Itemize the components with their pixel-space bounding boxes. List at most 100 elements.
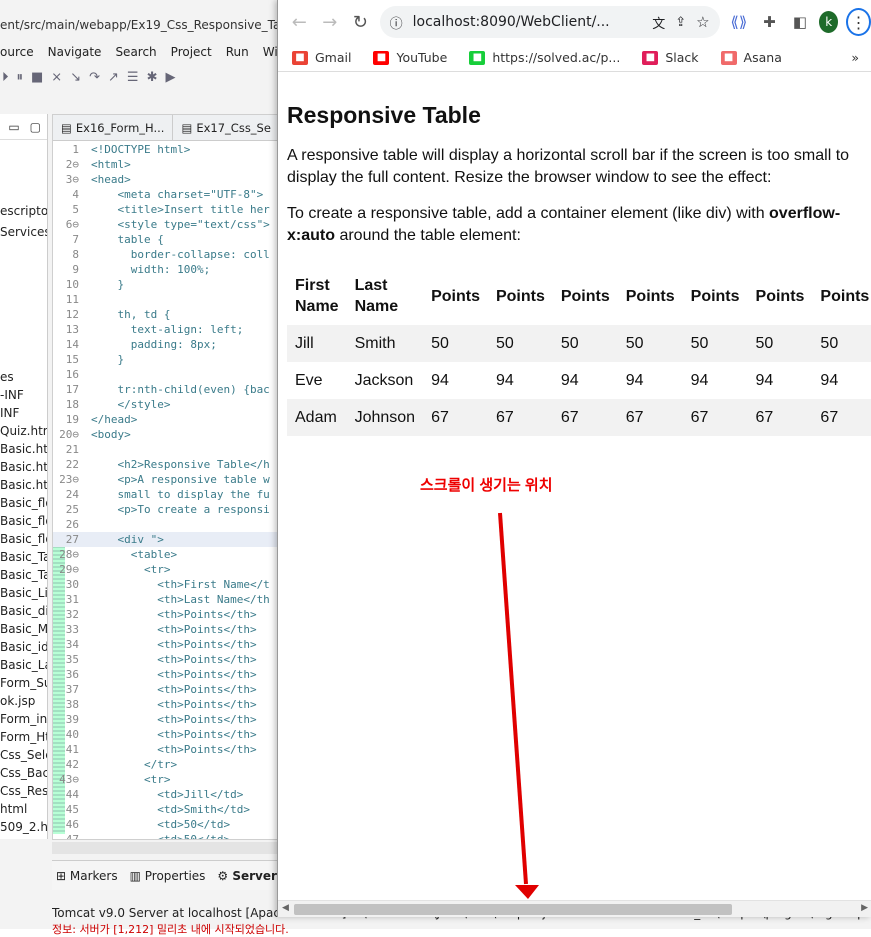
scroll-right-icon[interactable]: ▶ xyxy=(861,903,868,913)
package-tree-item[interactable]: ok.jsp xyxy=(0,694,35,708)
info-icon[interactable]: ⓘ xyxy=(390,13,403,32)
package-tree-item[interactable]: Basic_flo xyxy=(0,514,47,528)
package-tree-item[interactable]: Form_Su xyxy=(0,676,47,690)
code-line[interactable]: 37 <th>Points</th> xyxy=(53,682,291,697)
share-icon[interactable]: ⇪ xyxy=(675,15,686,30)
package-tree-item[interactable]: Quiz.html xyxy=(0,424,47,438)
editor-tab[interactable]: ▤ Ex16_Form_H... xyxy=(53,115,174,141)
code-line[interactable]: 9 width: 100%; xyxy=(53,262,291,277)
code-line[interactable]: 14 padding: 8px; xyxy=(53,337,291,352)
reload-icon[interactable]: ↻ xyxy=(349,9,372,35)
code-line[interactable]: 8 border-collapse: coll xyxy=(53,247,291,262)
code-line[interactable]: 25 <p>To create a responsi xyxy=(53,502,291,517)
package-tree-item[interactable]: Form_inp xyxy=(0,712,47,726)
package-tree-item[interactable]: Css_Sele xyxy=(0,748,47,762)
package-tree-item[interactable]: html xyxy=(0,802,27,816)
code-line[interactable]: 44 <td>Jill</td> xyxy=(53,787,291,802)
scroll-left-icon[interactable]: ◀ xyxy=(282,903,289,913)
code-line[interactable]: 11 xyxy=(53,292,291,307)
menu-project[interactable]: Project xyxy=(171,45,212,65)
code-line[interactable]: 41 <th>Points</th> xyxy=(53,742,291,757)
code-line[interactable]: 10 } xyxy=(53,277,291,292)
package-tree-item[interactable]: Basic_Tal xyxy=(0,550,47,564)
code-line[interactable]: 34 <th>Points</th> xyxy=(53,637,291,652)
package-tree-item[interactable]: Css_Back xyxy=(0,766,47,780)
code-line[interactable]: 20⊖ <body> xyxy=(53,427,291,442)
code-line[interactable]: 5 <title>Insert title her xyxy=(53,202,291,217)
code-line[interactable]: 6⊖ <style type="text/css"> xyxy=(53,217,291,232)
profile-avatar[interactable]: k xyxy=(819,11,839,33)
bookmark-item[interactable]: ■ Gmail xyxy=(292,50,351,65)
package-tree-item[interactable]: Services xyxy=(0,225,47,239)
package-tree-item[interactable]: INF xyxy=(0,406,19,420)
package-tree-item[interactable]: Basic_flo xyxy=(0,496,47,510)
tab-markers[interactable]: ⊞ Markers xyxy=(56,869,118,883)
step-return-icon[interactable]: ↗ xyxy=(108,70,119,85)
code-line[interactable]: 16 xyxy=(53,367,291,382)
code-line[interactable]: 3⊖ <head> xyxy=(53,172,291,187)
package-tree-item[interactable]: Basic_div xyxy=(0,604,47,618)
code-line[interactable]: 19 </head> xyxy=(53,412,291,427)
bookmark-item[interactable]: ■ Asana xyxy=(720,50,782,65)
tab-properties[interactable]: ▥ Properties xyxy=(130,869,206,883)
code-line[interactable]: 45 <td>Smith</td> xyxy=(53,802,291,817)
step-into-icon[interactable]: ↘ xyxy=(70,70,81,85)
package-tree-item[interactable]: Basic_Lis xyxy=(0,586,47,600)
page-horizontal-scrollbar[interactable]: ◀ ▶ xyxy=(278,900,871,917)
code-line[interactable]: 30 <th>First Name</t xyxy=(53,577,291,592)
chrome-menu-icon[interactable]: ⋮ xyxy=(846,8,871,36)
package-tree-item[interactable]: Css_Resp xyxy=(0,784,47,798)
code-line[interactable]: 47 <td>50</td> xyxy=(53,832,291,839)
package-tree-item[interactable]: Form_Ht xyxy=(0,730,47,744)
code-line[interactable]: 17 tr:nth-child(even) {bac xyxy=(53,382,291,397)
back-arrow-icon[interactable]: ← xyxy=(288,9,311,35)
pause-icon[interactable]: ⏸ xyxy=(17,70,24,85)
package-tree-item[interactable]: Basic.htm xyxy=(0,478,47,492)
sidepanel-icon[interactable]: ◧ xyxy=(789,9,812,35)
code-line[interactable]: 12 th, td { xyxy=(53,307,291,322)
extension-icon[interactable]: ⟪⟫ xyxy=(728,9,751,35)
scrollbar-thumb[interactable] xyxy=(294,904,732,915)
package-tree-item[interactable]: Basic_Lay xyxy=(0,658,47,672)
code-line[interactable]: 1 <!DOCTYPE html> xyxy=(53,142,291,157)
address-bar[interactable]: ⓘ localhost:8090/WebClient/... 文 ⇪ ☆ xyxy=(379,6,720,38)
package-tree-item[interactable]: -INF xyxy=(0,388,24,402)
code-line[interactable]: 26 xyxy=(53,517,291,532)
code-line[interactable]: 33 <th>Points</th> xyxy=(53,622,291,637)
code-line[interactable]: 7 table { xyxy=(53,232,291,247)
code-line[interactable]: 23⊖ <p>A responsive table w xyxy=(53,472,291,487)
debug-icon[interactable]: ✱ xyxy=(147,70,158,85)
code-line[interactable]: 35 <th>Points</th> xyxy=(53,652,291,667)
code-line[interactable]: 28⊖ <table> xyxy=(53,547,291,562)
code-line[interactable]: 22 <h2>Responsive Table</h xyxy=(53,457,291,472)
package-tree-item[interactable]: Basic_Tal xyxy=(0,568,47,582)
package-tree-item[interactable]: 509_2.ht xyxy=(0,820,47,834)
code-line[interactable]: 27 <div "> xyxy=(53,532,291,547)
maximize-icon[interactable]: ▢ xyxy=(30,120,41,134)
package-tree-item[interactable]: escriptor xyxy=(0,204,47,218)
minimize-icon[interactable]: ▭ xyxy=(8,120,19,134)
code-line[interactable]: 46 <td>50</td> xyxy=(53,817,291,832)
package-tree-item[interactable]: Basic_flo xyxy=(0,532,47,546)
code-line[interactable]: 29⊖ <tr> xyxy=(53,562,291,577)
puzzle-icon[interactable]: ✚ xyxy=(758,9,781,35)
code-line[interactable]: 38 <th>Points</th> xyxy=(53,697,291,712)
code-line[interactable]: 18 </style> xyxy=(53,397,291,412)
code-line[interactable]: 32 <th>Points</th> xyxy=(53,607,291,622)
editor-hscrollbar[interactable] xyxy=(52,842,292,854)
code-line[interactable]: 42 </tr> xyxy=(53,757,291,772)
code-line[interactable]: 43⊖ <tr> xyxy=(53,772,291,787)
menu-run[interactable]: Run xyxy=(226,45,249,65)
url-text[interactable]: localhost:8090/WebClient/... xyxy=(413,14,643,30)
package-tree-item[interactable]: 509.htm xyxy=(0,838,47,839)
code-line[interactable]: 36 <th>Points</th> xyxy=(53,667,291,682)
menu-navigate[interactable]: Navigate xyxy=(48,45,102,65)
code-line[interactable]: 13 text-align: left; xyxy=(53,322,291,337)
star-icon[interactable]: ☆ xyxy=(696,13,709,31)
disconnect-icon[interactable]: ⨯ xyxy=(51,70,62,85)
code-line[interactable]: 31 <th>Last Name</th xyxy=(53,592,291,607)
bookmark-item[interactable]: ■ https://solved.ac/p... xyxy=(469,50,620,65)
package-tree-item[interactable]: Basic.htm xyxy=(0,442,47,456)
toggle-icon[interactable]: ☰ xyxy=(127,70,139,85)
bookmark-item[interactable]: ■ Slack xyxy=(642,50,699,65)
